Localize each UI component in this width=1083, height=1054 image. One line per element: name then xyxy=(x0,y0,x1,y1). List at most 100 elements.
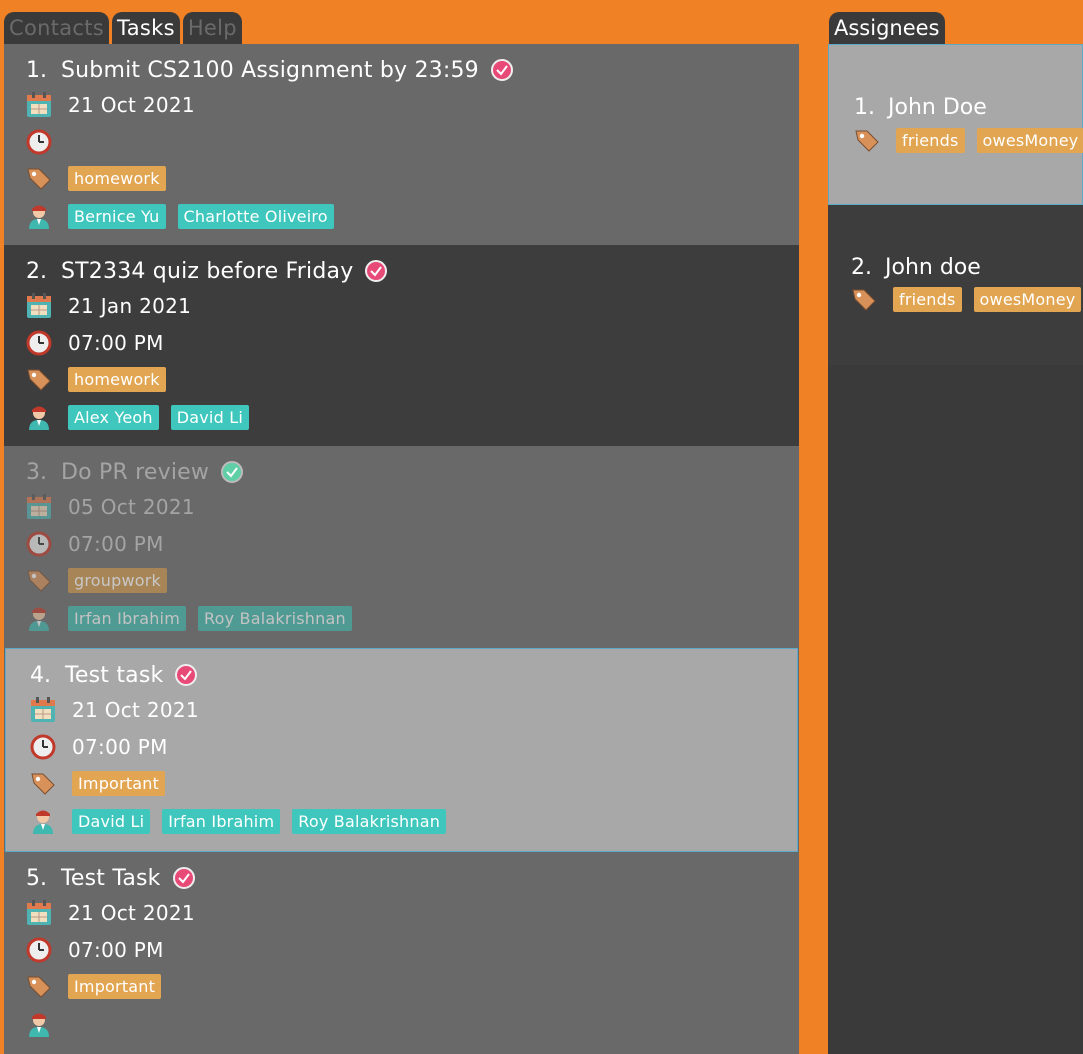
tab-tasks[interactable]: Tasks xyxy=(112,12,180,44)
assignee-name: John doe xyxy=(885,255,981,280)
task-assignees-row: Irfan Ibrahim Roy Balakrishnan xyxy=(26,604,364,632)
task-title: Test Task xyxy=(61,865,161,891)
assignee-tags-row: friends owesMoney xyxy=(851,286,1083,312)
check-pink-icon[interactable] xyxy=(490,59,513,81)
assignee-chip: Roy Balakrishnan xyxy=(292,808,447,834)
task-title-row: 3. Do PR review xyxy=(26,458,244,486)
assignees-panel-title: Assignees xyxy=(829,12,945,44)
tag-icon xyxy=(26,973,52,999)
task-time-row: 07:00 PM xyxy=(26,530,164,558)
person-icon xyxy=(26,1011,52,1037)
task-date-row: 21 Oct 2021 xyxy=(30,696,199,724)
assignee-chip: Roy Balakrishnan xyxy=(198,605,352,631)
assignee-chip: Alex Yeoh xyxy=(68,404,159,430)
person-icon xyxy=(26,605,52,631)
calendar-icon xyxy=(26,900,52,926)
task-assignees-row: Alex Yeoh David Li xyxy=(26,403,261,431)
task-index: 2. xyxy=(26,258,47,284)
assignee-tag-chip: friends xyxy=(893,286,962,312)
tag-icon xyxy=(30,770,56,796)
task-title: Test task xyxy=(65,662,164,688)
task-assignees-row xyxy=(26,1010,68,1038)
tab-help[interactable]: Help xyxy=(182,12,242,44)
task-list[interactable]: 1. Submit CS2100 Assignment by 23:59 21 … xyxy=(4,44,799,1054)
person-icon xyxy=(30,808,56,834)
assignee-tags-row: friends owesMoney xyxy=(854,127,1083,153)
task-date-row: 21 Oct 2021 xyxy=(26,899,195,927)
task-time: 07:00 PM xyxy=(72,735,168,759)
clock-icon xyxy=(26,129,52,155)
assignee-index: 2. xyxy=(851,255,872,280)
task-tag-chip: groupwork xyxy=(68,567,167,593)
task-time: 07:00 PM xyxy=(68,532,164,556)
assignee-chip: Irfan Ibrahim xyxy=(68,605,186,631)
task-title: Submit CS2100 Assignment by 23:59 xyxy=(61,57,479,83)
task-index: 1. xyxy=(26,57,47,83)
task-title-row: 1. Submit CS2100 Assignment by 23:59 xyxy=(26,56,513,84)
task-date-row: 21 Oct 2021 xyxy=(26,91,195,119)
tag-icon xyxy=(851,286,877,312)
task-date: 21 Oct 2021 xyxy=(68,93,195,117)
person-icon xyxy=(26,203,52,229)
clock-icon xyxy=(30,734,56,760)
task-title-row: 4. Test task xyxy=(30,661,198,689)
tag-icon xyxy=(26,567,52,593)
tab-contacts[interactable]: Contacts xyxy=(4,12,110,44)
clock-icon xyxy=(26,330,52,356)
task-card[interactable]: 1. Submit CS2100 Assignment by 23:59 21 … xyxy=(4,44,799,245)
task-time-row: 07:00 PM xyxy=(30,733,168,761)
task-card[interactable]: 5. Test Task 21 Oct 2021 07:00 PM Import… xyxy=(4,852,799,1054)
assignee-chip: Irfan Ibrahim xyxy=(162,808,281,834)
assignee-card-selected[interactable]: 1. John Doe friends owesMoney xyxy=(828,44,1083,205)
assignee-chip: David Li xyxy=(170,404,249,430)
task-title-row: 5. Test Task xyxy=(26,864,195,892)
task-tag-chip: homework xyxy=(68,165,166,191)
task-card-selected[interactable]: 4. Test task 21 Oct 2021 07:00 PM Import… xyxy=(5,648,798,852)
check-green-icon[interactable] xyxy=(221,461,244,483)
check-pink-icon[interactable] xyxy=(365,260,388,282)
assignee-chip: Bernice Yu xyxy=(68,203,166,229)
task-time: 07:00 PM xyxy=(68,331,164,355)
assignee-chip: Charlotte Oliveiro xyxy=(177,203,334,229)
task-tag-chip: Important xyxy=(72,770,166,796)
task-time-row xyxy=(26,128,68,156)
task-tag-chip: Important xyxy=(68,973,162,999)
assignee-tag-chip: owesMoney xyxy=(976,127,1083,153)
tab-bar: Contacts Tasks Help xyxy=(4,12,242,44)
task-index: 4. xyxy=(30,662,51,688)
task-date: 05 Oct 2021 xyxy=(68,495,195,519)
task-tags-row: homework xyxy=(26,365,178,393)
clock-icon xyxy=(26,531,52,557)
check-pink-icon[interactable] xyxy=(175,664,198,686)
assignee-tag-chip: owesMoney xyxy=(973,286,1082,312)
task-time: 07:00 PM xyxy=(68,938,164,962)
task-assignees-row: David Li Irfan Ibrahim Roy Balakrishnan xyxy=(30,807,458,835)
task-card[interactable]: 3. Do PR review 05 Oct 2021 07:00 PM gro… xyxy=(4,446,799,647)
calendar-icon xyxy=(26,494,52,520)
assignee-tag-chip: friends xyxy=(896,127,965,153)
assignee-name-row: 1. John Doe xyxy=(854,95,987,120)
calendar-icon xyxy=(26,92,52,118)
tag-icon xyxy=(854,127,880,153)
task-tags-row: homework xyxy=(26,164,178,192)
tag-icon xyxy=(26,165,52,191)
assignee-index: 1. xyxy=(854,95,875,120)
task-time-row: 07:00 PM xyxy=(26,329,164,357)
task-title-row: 2. ST2334 quiz before Friday xyxy=(26,257,388,285)
task-tags-row: groupwork xyxy=(26,566,179,594)
task-date: 21 Jan 2021 xyxy=(68,294,192,318)
assignee-card[interactable]: 2. John doe friends owesMoney xyxy=(828,205,1083,365)
task-title: Do PR review xyxy=(61,459,210,485)
task-index: 3. xyxy=(26,459,47,485)
assignees-panel[interactable]: 1. John Doe friends owesMoney 2. John do… xyxy=(828,44,1083,1054)
assignee-chip: David Li xyxy=(72,808,151,834)
task-index: 5. xyxy=(26,865,47,891)
calendar-icon xyxy=(30,697,56,723)
task-card[interactable]: 2. ST2334 quiz before Friday 21 Jan 2021… xyxy=(4,245,799,446)
calendar-icon xyxy=(26,293,52,319)
task-tags-row: Important xyxy=(26,972,173,1000)
assignee-name-row: 2. John doe xyxy=(851,255,981,280)
task-assignees-row: Bernice Yu Charlotte Oliveiro xyxy=(26,202,346,230)
check-pink-icon[interactable] xyxy=(172,867,195,889)
assignee-name: John Doe xyxy=(888,95,987,120)
